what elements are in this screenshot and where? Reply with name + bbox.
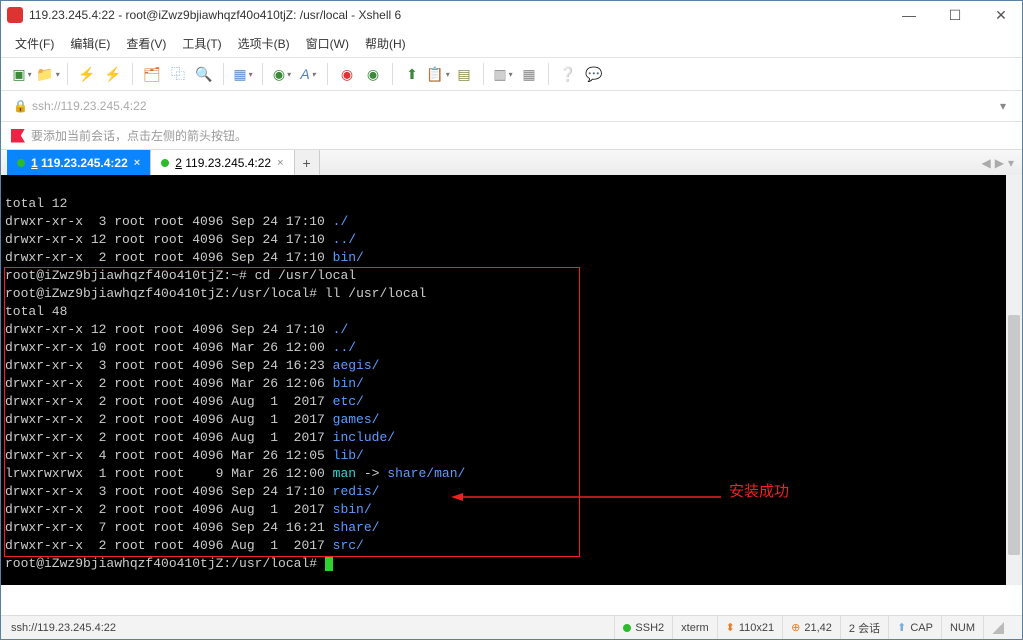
session-tabs: 1 119.23.245.4:22 × 2 119.23.245.4:22 × …	[1, 149, 1022, 175]
status-term: xterm	[672, 616, 717, 639]
menu-edit[interactable]: 编辑(E)	[70, 35, 110, 52]
status-protocol: SSH2	[614, 616, 672, 639]
menu-help[interactable]: 帮助(H)	[365, 35, 406, 52]
maximize-button[interactable]: ☐	[940, 7, 970, 24]
titlebar: 119.23.245.4:22 - root@iZwz9bjiawhqzf40o…	[1, 1, 1022, 29]
address-dropdown-icon[interactable]: ▾	[994, 99, 1012, 113]
resize-grip[interactable]	[983, 616, 1012, 639]
status-dot-icon	[161, 159, 169, 167]
tile-vertical-icon[interactable]: ▦	[518, 63, 540, 85]
menu-tools[interactable]: 工具(T)	[182, 35, 221, 52]
new-tab-button[interactable]: +	[295, 150, 320, 175]
status-address: ssh://119.23.245.4:22	[11, 622, 116, 634]
menu-file[interactable]: 文件(F)	[15, 35, 54, 52]
minimize-button[interactable]: —	[894, 7, 924, 24]
hint-text: 要添加当前会话，点击左侧的箭头按钮。	[31, 127, 247, 144]
color-scheme-icon[interactable]: ▦	[232, 63, 254, 85]
statusbar: ssh://119.23.245.4:22 SSH2 xterm ⬍ 110x2…	[1, 615, 1022, 639]
reconnect-icon[interactable]: ⚡	[76, 63, 98, 85]
font-icon[interactable]: A	[297, 63, 319, 85]
tab-scroll-right-icon[interactable]: ▶	[995, 156, 1004, 170]
menu-tabs[interactable]: 选项卡(B)	[238, 35, 290, 52]
search-icon[interactable]: 🔍	[193, 63, 215, 85]
xftp-icon[interactable]: ▤	[453, 63, 475, 85]
script-icon[interactable]: 📋	[427, 63, 449, 85]
status-num: NUM	[941, 616, 983, 639]
status-size: ⬍ 110x21	[717, 616, 783, 639]
new-session-icon[interactable]: ▣	[11, 63, 33, 85]
tab-scroll-left-icon[interactable]: ◀	[982, 156, 991, 170]
help-icon[interactable]: ❔	[557, 63, 579, 85]
address-url[interactable]: ssh://119.23.245.4:22	[32, 99, 994, 113]
encoding-icon[interactable]: ◉	[271, 63, 293, 85]
terminal[interactable]: total 12 drwxr-xr-x 3 root root 4096 Sep…	[1, 175, 1022, 585]
copy-icon[interactable]: ⿻	[167, 63, 189, 85]
close-tab-icon[interactable]: ×	[277, 157, 283, 169]
menubar: 文件(F) 编辑(E) 查看(V) 工具(T) 选项卡(B) 窗口(W) 帮助(…	[1, 29, 1022, 57]
logging-stop-icon[interactable]: ◉	[336, 63, 358, 85]
close-button[interactable]: ✕	[986, 7, 1016, 24]
cursor	[325, 556, 333, 571]
tile-horizontal-icon[interactable]: ▥	[492, 63, 514, 85]
flag-icon	[11, 129, 25, 143]
scrollbar[interactable]	[1006, 175, 1022, 585]
annotation-label: 安装成功	[729, 483, 789, 501]
app-icon	[7, 7, 23, 23]
address-bar: 🔒 ssh://119.23.245.4:22 ▾	[1, 91, 1022, 121]
lock-icon: 🔒	[13, 99, 28, 113]
tab-list-icon[interactable]: ▾	[1008, 156, 1014, 170]
tab-session-1[interactable]: 1 119.23.245.4:22 ×	[7, 150, 151, 175]
feedback-icon[interactable]: 💬	[583, 63, 605, 85]
window-title: 119.23.245.4:22 - root@iZwz9bjiawhqzf40o…	[29, 8, 894, 22]
transfer-icon[interactable]: ⬆	[401, 63, 423, 85]
disconnect-icon[interactable]: ⚡	[102, 63, 124, 85]
menu-view[interactable]: 查看(V)	[126, 35, 166, 52]
hint-bar: 要添加当前会话，点击左侧的箭头按钮。	[1, 121, 1022, 149]
tab-session-2[interactable]: 2 119.23.245.4:22 ×	[151, 150, 294, 175]
scroll-thumb[interactable]	[1008, 315, 1020, 555]
menu-window[interactable]: 窗口(W)	[306, 35, 349, 52]
status-cursor: ⊕ 21,42	[782, 616, 840, 639]
open-folder-icon[interactable]: 📁	[37, 63, 59, 85]
status-cap: ⬆ CAP	[888, 616, 941, 639]
status-dot-icon	[17, 159, 25, 167]
logging-start-icon[interactable]: ◉	[362, 63, 384, 85]
close-tab-icon[interactable]: ×	[134, 157, 140, 169]
status-sessions: 2 会话	[840, 616, 888, 639]
toolbar: ▣ 📁 ⚡ ⚡ 🗂 ⿻ 🔍 ▦ ◉ A ◉ ◉ ⬆ 📋 ▤ ▥ ▦ ❔ 💬	[1, 57, 1022, 91]
properties-icon[interactable]: 🗂	[141, 63, 163, 85]
